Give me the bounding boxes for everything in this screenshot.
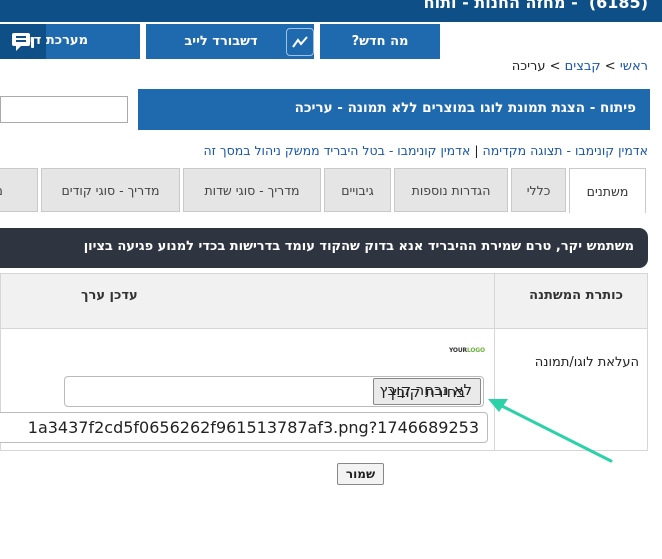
tab-variables[interactable]: משתנים [569,168,646,213]
breadcrumb-current: עריכה [511,59,546,74]
breadcrumb-home[interactable]: ראשי [620,59,648,74]
system-button[interactable]: מערכת די [0,24,140,59]
breadcrumb: ראשי > קבצים > עריכה [512,59,648,74]
breadcrumb-separator: > [545,59,565,74]
tab-guide[interactable]: מדריך [0,168,38,212]
tab-backups[interactable]: גיבויים [324,168,391,212]
notice-banner: משתמש יקר, טרם שמירת ההיבריד אנא בדוק שה… [0,228,648,268]
logo-preview: YOURLOGO [449,347,485,354]
store-title: (6185) ​ - מחזה החנות - ותוח [423,0,648,12]
system-label: מערכת די [29,33,88,48]
notice-text: משתמש יקר, טרם שמירת ההיבריד אנא בדוק שה… [83,239,634,254]
tab-guide-code-types[interactable]: מדריך - סוגי קודים [41,168,180,212]
save-button[interactable]: שמור [337,463,384,485]
live-dashboard-button[interactable]: דשבורד לייב [146,24,314,59]
col-variable-title: כותרת המשתנה [529,288,623,303]
header-variable-title: כותרת המשתנה [494,273,648,329]
page-title: פיתוח - הצגת תמונת לוגו במוצרים ללא תמונ… [294,100,636,116]
breadcrumb-files[interactable]: קבצים [565,59,601,74]
chart-line-icon [286,27,314,56]
admin-links-separator: | [470,143,483,158]
image-url-input[interactable]: 1a3437f2cd5f0656262f961513787af3.png?174… [0,412,488,443]
tab-guide-field-types[interactable]: מדריך - סוגי שדות [183,168,321,212]
image-url-value: 1a3437f2cd5f0656262f961513787af3.png?174… [27,418,479,437]
page-title-bar: פיתוח - הצגת תמונת לוגו במוצרים ללא תמונ… [138,89,650,130]
top-header-bar: (6185) ​ - מחזה החנות - ותוח [0,0,662,22]
search-input[interactable] [0,96,128,123]
file-status-text: לא נבחר קובץ [379,381,472,399]
admin-preview-link[interactable]: אדמין קונימבו - תצוגה מקדימה [483,143,648,158]
dashboard-label: דשבורד לייב [184,34,258,49]
row-variable-cell: העלאת לוגו/תמונה [494,328,648,451]
header-update-value: עדכן ערך [0,273,495,329]
tab-general[interactable]: כללי [511,168,566,212]
col-update-value: עדכן ערך [81,288,138,303]
whats-new-button[interactable]: מה חדש? [320,24,440,59]
admin-links: אדמין קונימבו - תצוגה מקדימה | אדמין קונ… [203,143,648,158]
admin-cancel-hybrid-link[interactable]: אדמין קונימבו - בטל היבריד ממשק ניהול במ… [203,143,470,158]
row-label: העלאת לוגו/תמונה [534,355,639,370]
tab-more-settings[interactable]: הגדרות נוספות [394,168,508,212]
breadcrumb-separator: > [600,59,620,74]
